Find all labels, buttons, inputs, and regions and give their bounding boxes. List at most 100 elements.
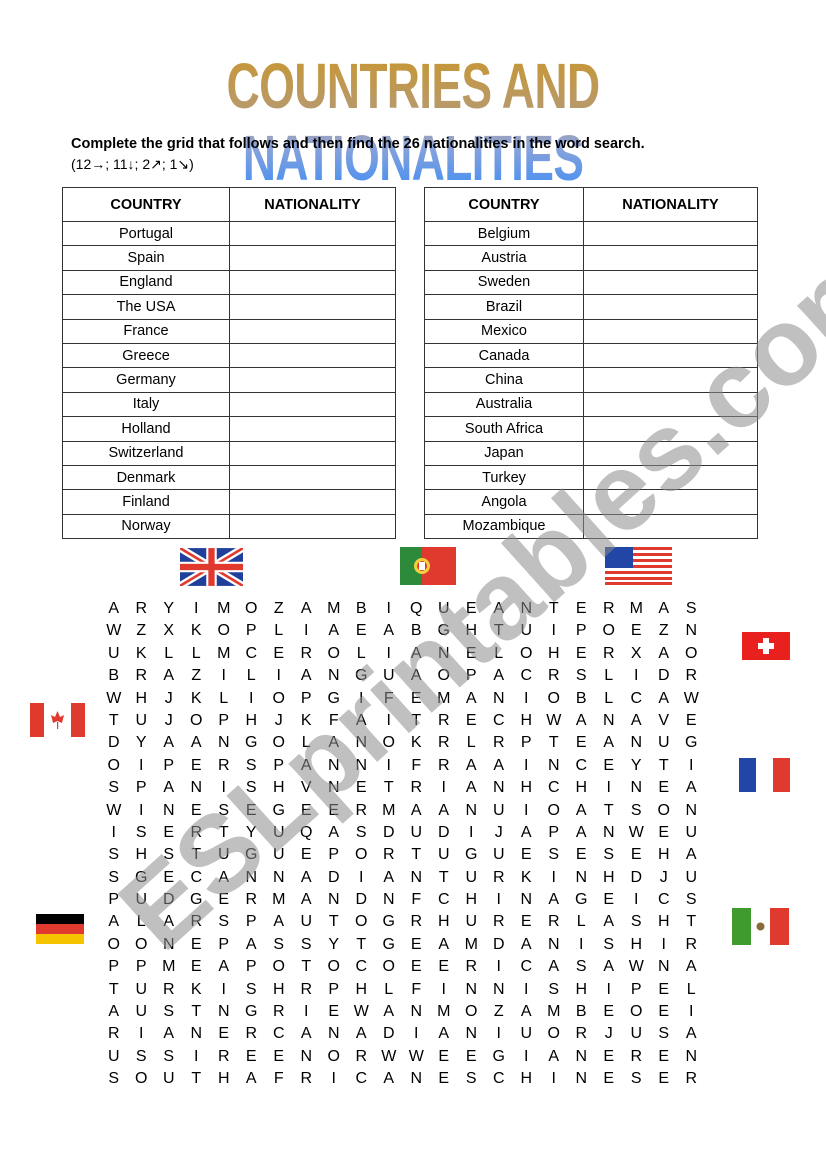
word-search-letter[interactable]: U	[513, 1023, 541, 1045]
word-search-letter[interactable]: E	[458, 598, 486, 620]
word-search-letter[interactable]: C	[650, 889, 678, 911]
word-search-letter[interactable]: A	[320, 822, 348, 844]
word-search-letter[interactable]: O	[540, 1023, 568, 1045]
word-search-letter[interactable]: U	[210, 844, 238, 866]
word-search-letter[interactable]: M	[265, 889, 293, 911]
nationality-answer-cell[interactable]	[583, 416, 758, 442]
word-search-letter[interactable]: E	[403, 956, 431, 978]
word-search-letter[interactable]: A	[678, 777, 706, 799]
word-search-letter[interactable]: S	[238, 755, 266, 777]
nationality-answer-cell[interactable]	[583, 269, 758, 296]
nationality-answer-cell[interactable]	[583, 220, 758, 247]
word-search-letter[interactable]: T	[100, 979, 128, 1001]
word-search-letter[interactable]: O	[540, 688, 568, 710]
word-search-letter[interactable]: E	[430, 1046, 458, 1068]
word-search-letter[interactable]: U	[458, 911, 486, 933]
word-search-letter[interactable]: N	[155, 800, 183, 822]
word-search-letter[interactable]: I	[678, 1001, 706, 1023]
word-search-letter[interactable]: S	[128, 1046, 156, 1068]
word-search-letter[interactable]: E	[183, 934, 211, 956]
word-search-letter[interactable]: A	[568, 710, 596, 732]
word-search-letter[interactable]: A	[430, 1023, 458, 1045]
word-search-letter[interactable]: I	[320, 1068, 348, 1090]
word-search-letter[interactable]: R	[430, 710, 458, 732]
word-search-letter[interactable]: N	[595, 822, 623, 844]
word-search-letter[interactable]: U	[128, 979, 156, 1001]
word-search-letter[interactable]: R	[485, 732, 513, 754]
word-search-letter[interactable]: A	[430, 934, 458, 956]
word-search-letter[interactable]: N	[540, 934, 568, 956]
word-search-letter[interactable]: G	[238, 732, 266, 754]
word-search-letter[interactable]: A	[100, 1001, 128, 1023]
word-search-letter[interactable]: E	[458, 710, 486, 732]
word-search-letter[interactable]: E	[293, 844, 321, 866]
word-search-letter[interactable]: N	[568, 1046, 596, 1068]
word-search-letter[interactable]: U	[513, 620, 541, 642]
word-search-letter[interactable]: R	[348, 800, 376, 822]
word-search-letter[interactable]: U	[678, 822, 706, 844]
word-search-letter[interactable]: H	[650, 911, 678, 933]
nationality-answer-cell[interactable]	[229, 489, 396, 515]
word-search-letter[interactable]: S	[678, 889, 706, 911]
word-search-letter[interactable]: A	[513, 1001, 541, 1023]
word-search-letter[interactable]: Z	[128, 620, 156, 642]
word-search-letter[interactable]: A	[238, 1068, 266, 1090]
word-search-letter[interactable]: R	[348, 1046, 376, 1068]
word-search-letter[interactable]: S	[210, 800, 238, 822]
word-search-letter[interactable]: W	[623, 956, 651, 978]
word-search-letter[interactable]: A	[348, 1023, 376, 1045]
word-search-letter[interactable]: R	[403, 777, 431, 799]
word-search-letter[interactable]: S	[128, 822, 156, 844]
word-search-letter[interactable]: U	[430, 598, 458, 620]
word-search-letter[interactable]: P	[238, 620, 266, 642]
word-search-letter[interactable]: E	[650, 1046, 678, 1068]
word-search-letter[interactable]: P	[210, 934, 238, 956]
word-search-letter[interactable]: S	[568, 665, 596, 687]
word-search-letter[interactable]: L	[485, 643, 513, 665]
word-search-letter[interactable]: N	[513, 889, 541, 911]
word-search-letter[interactable]: U	[293, 911, 321, 933]
word-search-letter[interactable]: L	[128, 911, 156, 933]
word-search-letter[interactable]: I	[293, 1001, 321, 1023]
word-search-letter[interactable]: L	[348, 643, 376, 665]
word-search-letter[interactable]: G	[375, 934, 403, 956]
word-search-letter[interactable]: R	[293, 643, 321, 665]
word-search-letter[interactable]: A	[375, 620, 403, 642]
word-search-letter[interactable]: L	[375, 979, 403, 1001]
word-search-letter[interactable]: C	[183, 867, 211, 889]
word-search-letter[interactable]: I	[128, 800, 156, 822]
word-search-letter[interactable]: W	[403, 1046, 431, 1068]
word-search-letter[interactable]: E	[348, 620, 376, 642]
word-search-letter[interactable]: D	[650, 665, 678, 687]
word-search-letter[interactable]: B	[568, 1001, 596, 1023]
word-search-letter[interactable]: O	[595, 620, 623, 642]
word-search-letter[interactable]: B	[568, 688, 596, 710]
word-search-letter[interactable]: I	[623, 889, 651, 911]
word-search-letter[interactable]: I	[375, 710, 403, 732]
word-search-letter[interactable]: A	[595, 911, 623, 933]
word-search-letter[interactable]: M	[210, 643, 238, 665]
word-search-letter[interactable]: D	[485, 934, 513, 956]
word-search-letter[interactable]: E	[458, 643, 486, 665]
word-search-letter[interactable]: E	[183, 755, 211, 777]
word-search-letter[interactable]: D	[320, 867, 348, 889]
word-search-letter[interactable]: O	[430, 665, 458, 687]
word-search-letter[interactable]: I	[430, 777, 458, 799]
word-search-letter[interactable]: O	[348, 844, 376, 866]
word-search-letter[interactable]: J	[595, 1023, 623, 1045]
word-search-letter[interactable]: S	[293, 934, 321, 956]
word-search-letter[interactable]: H	[265, 777, 293, 799]
word-search-letter[interactable]: A	[485, 665, 513, 687]
word-search-letter[interactable]: E	[568, 598, 596, 620]
word-search-letter[interactable]: R	[293, 979, 321, 1001]
word-search-letter[interactable]: H	[568, 777, 596, 799]
word-search-letter[interactable]: O	[348, 911, 376, 933]
word-search-letter[interactable]: M	[623, 598, 651, 620]
nationality-answer-cell[interactable]	[229, 440, 396, 466]
word-search-letter[interactable]: N	[513, 598, 541, 620]
word-search-letter[interactable]: I	[128, 1023, 156, 1045]
word-search-letter[interactable]: I	[458, 822, 486, 844]
nationality-answer-cell[interactable]	[229, 269, 396, 296]
word-search-letter[interactable]: U	[458, 867, 486, 889]
nationality-answer-cell[interactable]	[583, 367, 758, 393]
